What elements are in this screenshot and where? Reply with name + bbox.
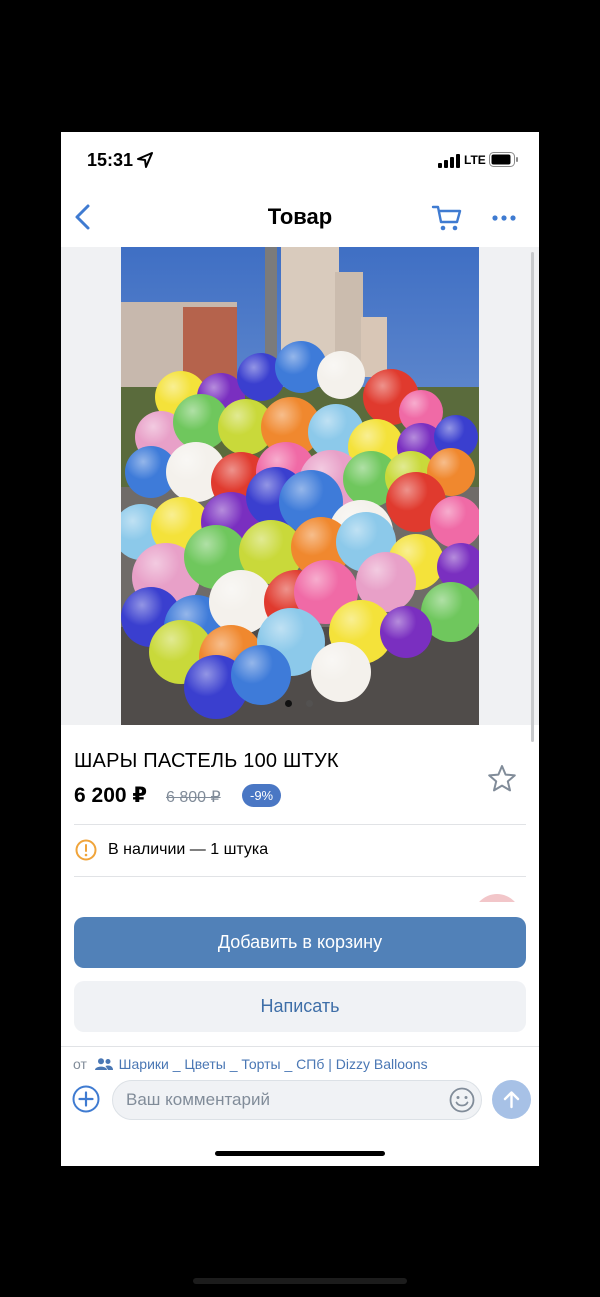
more-icon[interactable] — [489, 208, 519, 228]
gallery-dot-active[interactable] — [285, 700, 292, 707]
divider — [74, 824, 526, 825]
comment-author[interactable]: от Шарики _ Цветы _ Торты _ СПб | Dizzy … — [73, 1056, 428, 1072]
availability-text: В наличии — 1 штука — [108, 841, 269, 858]
from-prefix: от — [73, 1056, 87, 1072]
add-circle-icon[interactable] — [72, 1085, 100, 1113]
location-arrow-icon — [137, 152, 153, 168]
product-price: 6 200 ₽ — [74, 784, 147, 807]
status-bar: 15:31 LTE — [61, 132, 539, 188]
comment-input[interactable] — [112, 1080, 482, 1120]
add-to-cart-button[interactable]: Добавить в корзину — [74, 917, 526, 968]
cart-icon[interactable] — [431, 203, 463, 233]
gallery-dot[interactable] — [306, 700, 313, 707]
phone-screen: 15:31 LTE Товар ШАРЫ ПАСТЕЛЬ 100 ШТУК 6 … — [61, 132, 539, 1166]
group-people-icon — [94, 1058, 113, 1070]
home-indicator — [215, 1151, 385, 1156]
group-name: Шарики _ Цветы _ Торты _ СПб | Dizzy Bal… — [118, 1056, 428, 1072]
divider — [61, 1046, 539, 1047]
product-name: ШАРЫ ПАСТЕЛЬ 100 ШТУК — [74, 750, 339, 772]
status-time: 15:31 — [87, 150, 134, 170]
divider — [74, 876, 526, 877]
page-title: Товар — [267, 204, 333, 229]
battery-icon — [489, 152, 518, 167]
write-message-button[interactable]: Написать — [74, 981, 526, 1032]
signal-icon — [438, 154, 460, 168]
product-old-price: 6 800 ₽ — [166, 789, 221, 806]
nav-bar: Товар — [61, 188, 539, 248]
discount-badge: -9% — [242, 784, 282, 807]
product-photo — [121, 247, 479, 725]
star-icon[interactable] — [487, 764, 517, 794]
balloon-highlight — [380, 606, 432, 658]
outer-home-indicator — [193, 1278, 407, 1284]
send-arrow-icon — [503, 1091, 520, 1109]
balloon-highlight — [231, 645, 291, 705]
network-type: LTE — [464, 153, 486, 167]
send-button[interactable] — [492, 1080, 531, 1119]
content-fade — [61, 902, 539, 918]
balloon-highlight — [317, 351, 365, 399]
smile-icon[interactable] — [449, 1087, 475, 1113]
scrollbar[interactable] — [531, 252, 534, 742]
product-gallery[interactable] — [61, 247, 539, 725]
warning-circle-icon — [75, 839, 97, 861]
balloon-highlight — [311, 642, 371, 702]
